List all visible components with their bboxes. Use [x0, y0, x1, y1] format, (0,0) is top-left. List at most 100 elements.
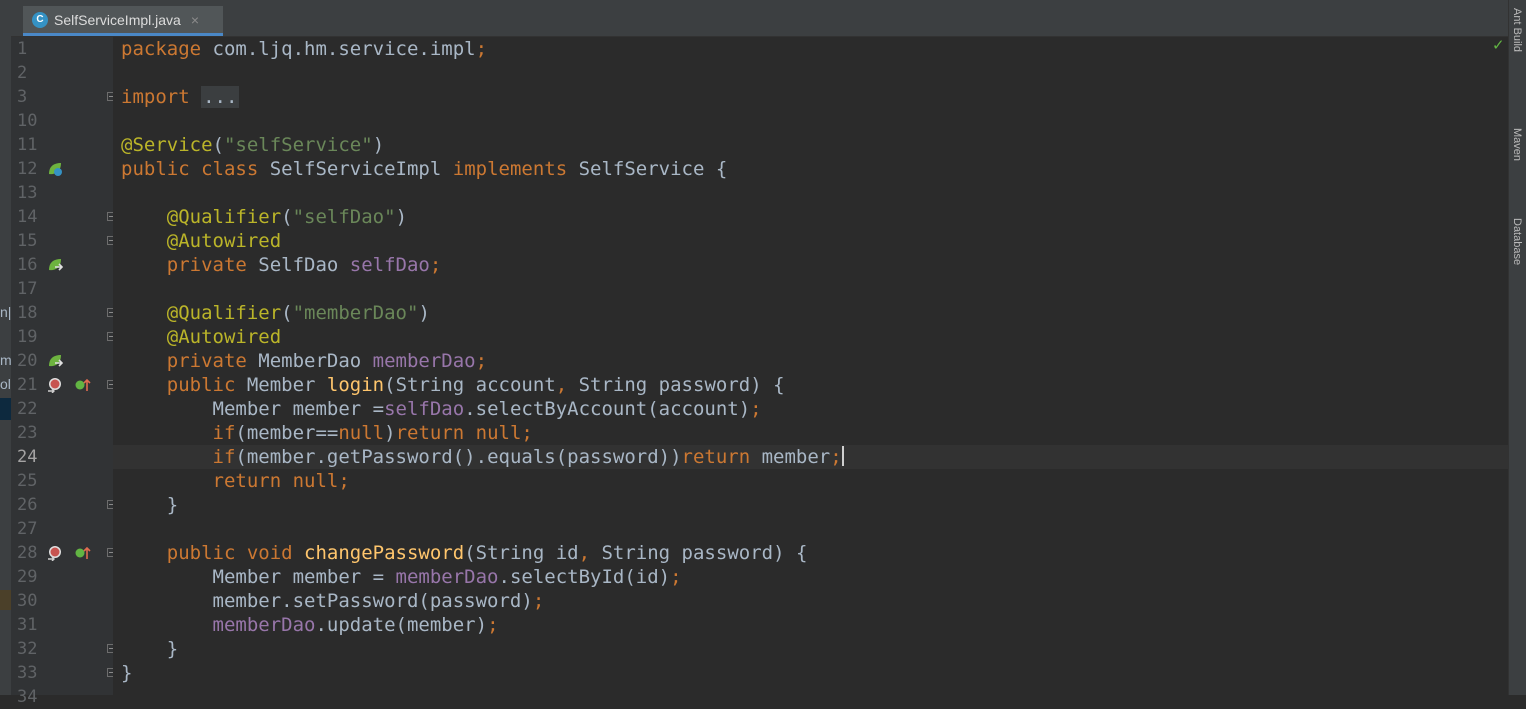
code-token: ;	[532, 590, 545, 612]
line-number: 34	[17, 687, 38, 707]
code-token: return null;	[212, 470, 350, 492]
editor-tab[interactable]: C SelfServiceImpl.java ×	[23, 6, 223, 36]
project-tree-selected-row[interactable]	[0, 398, 11, 420]
code-token: member.setPassword(password)	[121, 590, 533, 612]
code-token: ;	[750, 398, 762, 420]
code-line[interactable]: @Autowired	[121, 325, 281, 349]
java-class-icon: C	[32, 11, 48, 28]
line-number: 16	[17, 255, 38, 275]
code-line[interactable]: @Autowired	[121, 229, 281, 253]
code-token: package	[121, 38, 213, 60]
tab-title: SelfServiceImpl.java	[54, 11, 181, 28]
code-token: implements	[452, 158, 579, 180]
code-line[interactable]: private MemberDao memberDao;	[121, 349, 487, 373]
ant-build-tool-button[interactable]: Ant Build	[1511, 8, 1523, 52]
code-token: "selfService"	[223, 134, 373, 156]
code-line[interactable]: if(member.getPassword().equals(password)…	[121, 445, 844, 469]
line-number: 2	[17, 63, 28, 83]
code-token: MemberDao	[258, 350, 373, 372]
autowired-bean-icon[interactable]	[47, 257, 63, 273]
line-number-current: 24	[17, 447, 38, 467]
code-line[interactable]: public void changePassword(String id, St…	[121, 541, 808, 565]
code-line[interactable]: return null;	[121, 469, 350, 493]
database-tool-button[interactable]: Database	[1511, 218, 1523, 265]
code-token: (String account	[384, 374, 556, 396]
text-caret	[841, 446, 844, 466]
code-token: SelfService {	[578, 158, 728, 180]
project-tree-fragment: m	[0, 352, 11, 368]
code-line[interactable]: }	[121, 661, 132, 685]
line-number: 30	[17, 591, 38, 611]
maven-tool-button[interactable]: Maven	[1511, 128, 1523, 161]
code-line[interactable]: private SelfDao selfDao;	[121, 253, 442, 277]
implements-method-icon[interactable]	[75, 545, 91, 561]
code-line[interactable]: public Member login(String account, Stri…	[121, 373, 785, 397]
code-editor[interactable]: package com.ljq.hm.service.impl; import .…	[113, 37, 1508, 695]
code-token: ...	[201, 86, 240, 108]
code-token: if	[212, 446, 236, 468]
code-token: }	[121, 662, 133, 684]
line-number: 20	[17, 351, 38, 371]
code-token: .selectByAccount(account)	[464, 398, 751, 420]
code-token: )	[372, 134, 385, 156]
line-number: 21	[17, 375, 38, 395]
implements-method-icon[interactable]	[75, 377, 91, 393]
code-token: if	[212, 422, 236, 444]
code-line[interactable]: @Qualifier("selfDao")	[121, 205, 407, 229]
code-line[interactable]: public class SelfServiceImpl implements …	[121, 157, 727, 181]
line-number: 17	[17, 279, 38, 299]
autowired-bean-icon[interactable]	[47, 353, 63, 369]
code-token: ;	[475, 350, 488, 372]
code-line[interactable]: Member member = memberDao.selectById(id)…	[121, 565, 682, 589]
code-token: public void	[166, 542, 305, 564]
code-token: ;	[487, 614, 499, 636]
line-number: 10	[17, 111, 38, 131]
code-token: ;	[830, 446, 842, 468]
code-token: @Qualifier	[166, 302, 282, 324]
inspection-ok-icon[interactable]: ✓	[1492, 36, 1505, 54]
line-number: 3	[17, 87, 28, 107]
code-line[interactable]: import ...	[121, 85, 240, 109]
code-line[interactable]: member.setPassword(password);	[121, 589, 545, 613]
line-number: 13	[17, 183, 38, 203]
editor-gutter[interactable]: 1 2 3 10 11 12 13 14 15 16 17 18 19 20 2…	[11, 37, 116, 707]
code-line[interactable]: }	[121, 493, 178, 517]
code-token: memberDao	[395, 566, 499, 588]
code-token: null	[338, 422, 385, 444]
code-line[interactable]: package com.ljq.hm.service.impl;	[121, 37, 487, 61]
code-line[interactable]: Member member =selfDao.selectByAccount(a…	[121, 397, 762, 421]
project-panel-edge[interactable]: n| m ol	[0, 0, 11, 695]
close-tab-icon[interactable]: ×	[191, 12, 199, 28]
code-token: .selectById(id)	[498, 566, 671, 588]
code-line[interactable]: memberDao.update(member);	[121, 613, 499, 637]
line-number: 31	[17, 615, 38, 635]
code-token: selfDao	[384, 398, 465, 420]
code-token: Member member =	[121, 566, 396, 588]
spring-bean-icon[interactable]	[47, 161, 63, 177]
code-token: @Qualifier	[166, 206, 282, 228]
code-line[interactable]: @Service("selfService")	[121, 133, 384, 157]
code-token: (	[212, 134, 224, 156]
code-token: "selfDao"	[292, 206, 396, 228]
code-token: .update(member)	[315, 614, 488, 636]
line-number: 1	[17, 39, 28, 59]
code-token: (member==	[235, 422, 339, 444]
method-navigate-icon[interactable]	[47, 545, 63, 561]
code-token: }	[121, 638, 179, 660]
code-line[interactable]: }	[121, 637, 178, 661]
code-token: login	[326, 374, 385, 396]
right-tool-strip: Ant Build Maven Database	[1508, 0, 1526, 695]
method-navigate-icon[interactable]	[47, 377, 63, 393]
line-number: 22	[17, 399, 38, 419]
line-number: 15	[17, 231, 38, 251]
code-token: memberDao	[212, 614, 316, 636]
code-line[interactable]: if(member==null)return null;	[121, 421, 533, 445]
code-line[interactable]: @Qualifier("memberDao")	[121, 301, 430, 325]
